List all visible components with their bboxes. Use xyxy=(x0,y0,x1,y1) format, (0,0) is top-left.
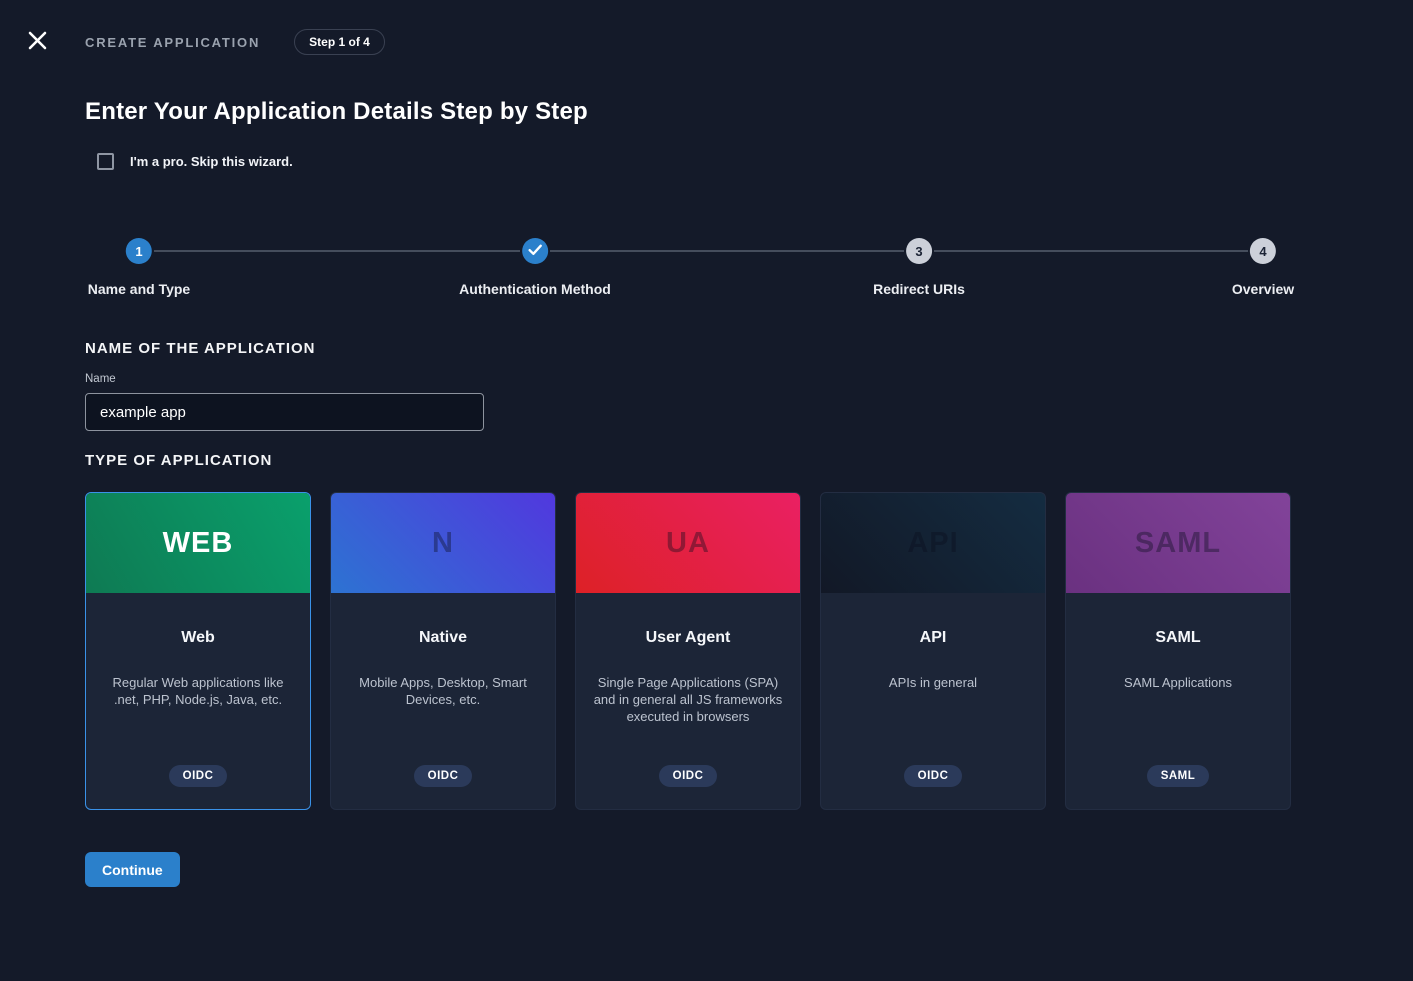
continue-button[interactable]: Continue xyxy=(85,852,180,887)
card-header-saml: SAML xyxy=(1066,493,1290,593)
card-description: APIs in general xyxy=(889,674,977,691)
step-redirect-uris: 3 Redirect URIs xyxy=(873,238,965,297)
application-name-input[interactable] xyxy=(85,393,484,431)
app-type-card-saml[interactable]: SAML SAML SAML Applications SAML xyxy=(1065,492,1291,810)
protocol-badge: OIDC xyxy=(659,765,718,787)
card-description: Single Page Applications (SPA) and in ge… xyxy=(589,674,787,725)
create-application-wizard: CREATE APPLICATION Step 1 of 4 Enter You… xyxy=(0,0,1413,981)
step-1-indicator: 1 xyxy=(126,238,152,264)
card-title: SAML xyxy=(1155,629,1200,647)
step-count-badge: Step 1 of 4 xyxy=(294,29,385,55)
protocol-badge: OIDC xyxy=(414,765,473,787)
step-authentication-method: Authentication Method xyxy=(459,238,611,297)
app-type-card-api[interactable]: API API APIs in general OIDC xyxy=(820,492,1046,810)
app-type-card-native[interactable]: N Native Mobile Apps, Desktop, Smart Dev… xyxy=(330,492,556,810)
step-3-indicator: 3 xyxy=(906,238,932,264)
app-type-card-web[interactable]: WEB Web Regular Web applications like .n… xyxy=(85,492,311,810)
name-section-title: NAME OF THE APPLICATION xyxy=(85,340,316,357)
step-4-label: Overview xyxy=(1232,281,1294,297)
stepper-connector xyxy=(934,250,1248,252)
skip-wizard-checkbox[interactable] xyxy=(97,153,114,170)
wizard-header: CREATE APPLICATION Step 1 of 4 xyxy=(24,29,385,55)
close-icon xyxy=(28,31,47,53)
card-description: SAML Applications xyxy=(1124,674,1232,691)
card-title: API xyxy=(920,629,947,647)
card-title: User Agent xyxy=(646,629,731,647)
step-overview: 4 Overview xyxy=(1232,238,1294,297)
checkmark-icon xyxy=(528,244,542,259)
card-header-user-agent: UA xyxy=(576,493,800,593)
card-body: User Agent Single Page Applications (SPA… xyxy=(576,593,800,809)
step-name-and-type: 1 Name and Type xyxy=(88,238,190,297)
step-2-label: Authentication Method xyxy=(459,281,611,297)
step-4-indicator: 4 xyxy=(1250,238,1276,264)
protocol-badge: OIDC xyxy=(169,765,228,787)
card-body: Native Mobile Apps, Desktop, Smart Devic… xyxy=(331,593,555,809)
type-section-title: TYPE OF APPLICATION xyxy=(85,452,272,469)
name-field-label: Name xyxy=(85,373,116,385)
step-1-label: Name and Type xyxy=(88,281,190,297)
close-button[interactable] xyxy=(24,29,50,55)
skip-wizard-label: I'm a pro. Skip this wizard. xyxy=(130,154,293,169)
step-2-indicator xyxy=(522,238,548,264)
wizard-title: CREATE APPLICATION xyxy=(85,35,260,50)
skip-wizard-row[interactable]: I'm a pro. Skip this wizard. xyxy=(97,153,293,170)
card-body: API APIs in general OIDC xyxy=(821,593,1045,809)
card-header-api: API xyxy=(821,493,1045,593)
app-type-card-list: WEB Web Regular Web applications like .n… xyxy=(85,492,1291,810)
protocol-badge: SAML xyxy=(1147,765,1210,787)
card-title: Web xyxy=(181,629,214,647)
card-header-native: N xyxy=(331,493,555,593)
card-title: Native xyxy=(419,629,467,647)
card-header-web: WEB xyxy=(86,493,310,593)
card-body: Web Regular Web applications like .net, … xyxy=(86,593,310,809)
card-body: SAML SAML Applications SAML xyxy=(1066,593,1290,809)
protocol-badge: OIDC xyxy=(904,765,963,787)
step-3-label: Redirect URIs xyxy=(873,281,965,297)
card-description: Regular Web applications like .net, PHP,… xyxy=(99,674,297,708)
page-title: Enter Your Application Details Step by S… xyxy=(85,98,588,126)
card-description: Mobile Apps, Desktop, Smart Devices, etc… xyxy=(344,674,542,708)
app-type-card-user-agent[interactable]: UA User Agent Single Page Applications (… xyxy=(575,492,801,810)
